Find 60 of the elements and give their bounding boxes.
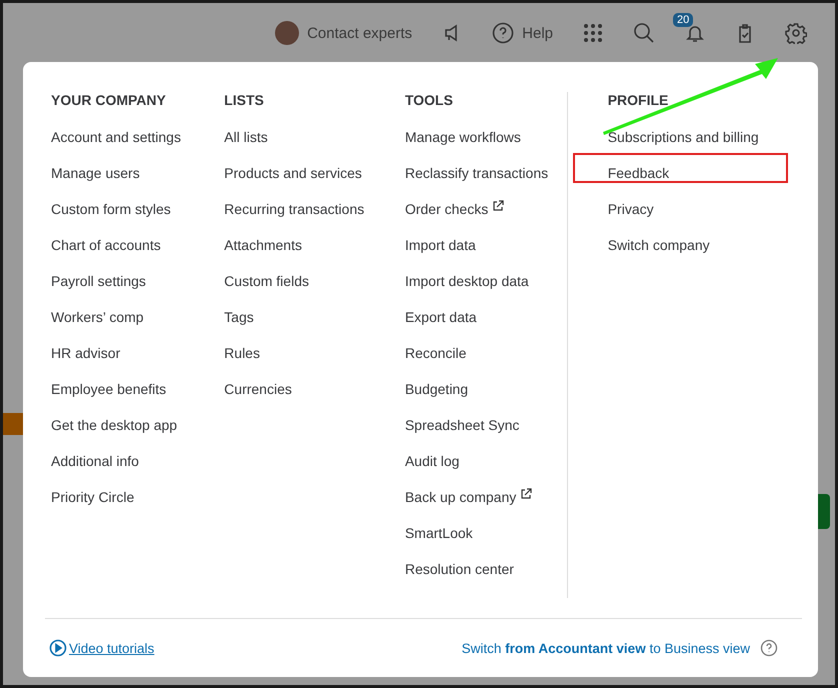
menu-link[interactable]: Resolution center bbox=[404, 560, 567, 596]
menu-link[interactable]: Get the desktop app bbox=[51, 416, 224, 452]
menu-link[interactable]: All lists bbox=[224, 128, 405, 164]
search-button[interactable] bbox=[633, 22, 655, 44]
help-label[interactable]: Help bbox=[522, 24, 553, 42]
menu-link[interactable]: Additional info bbox=[51, 452, 224, 488]
menu-link[interactable]: Order checks bbox=[404, 200, 567, 236]
apps-grid-button[interactable] bbox=[583, 23, 603, 43]
contact-experts-label[interactable]: Contact experts bbox=[307, 24, 412, 42]
menu-link[interactable]: Reclassify transactions bbox=[404, 164, 567, 200]
menu-link[interactable]: Budgeting bbox=[404, 380, 567, 416]
menu-link[interactable]: Custom fields bbox=[224, 272, 405, 308]
menu-link[interactable]: Recurring transactions bbox=[224, 200, 405, 236]
notifications-button[interactable] bbox=[685, 23, 705, 43]
menu-link[interactable]: Back up company bbox=[404, 488, 567, 524]
menu-link[interactable]: Payroll settings bbox=[51, 272, 224, 308]
help-icon bbox=[492, 22, 514, 44]
switch-view-link[interactable]: Switch from Accountant view to Business view bbox=[462, 640, 750, 656]
settings-button[interactable] bbox=[785, 22, 807, 44]
menu-link[interactable]: Account and settings bbox=[51, 128, 224, 164]
menu-link[interactable]: HR advisor bbox=[51, 344, 224, 380]
menu-link[interactable]: Subscriptions and billing bbox=[608, 128, 798, 164]
section-heading: TOOLS bbox=[404, 92, 454, 110]
menu-link[interactable]: Audit log bbox=[404, 452, 567, 488]
external-link-icon bbox=[520, 488, 532, 500]
section-heading: YOUR COMPANY bbox=[51, 92, 167, 110]
menu-link[interactable]: Priority Circle bbox=[51, 488, 224, 524]
menu-link[interactable]: Import desktop data bbox=[404, 272, 567, 308]
menu-link[interactable]: Employee benefits bbox=[51, 380, 224, 416]
action-button-edge bbox=[818, 494, 830, 529]
menu-link[interactable]: Rules bbox=[224, 344, 405, 380]
external-link-icon bbox=[492, 200, 504, 212]
menu-link[interactable]: Workers’ comp bbox=[51, 308, 224, 344]
menu-link[interactable]: Switch company bbox=[608, 236, 798, 272]
menu-link[interactable]: Reconcile bbox=[404, 344, 567, 380]
search-icon bbox=[633, 22, 655, 44]
settings-icon bbox=[785, 22, 807, 44]
menu-link[interactable]: Privacy bbox=[608, 200, 798, 236]
menu-link[interactable]: Currencies bbox=[224, 380, 405, 416]
menu-link[interactable]: Products and services bbox=[224, 164, 405, 200]
menu-link[interactable]: Spreadsheet Sync bbox=[404, 416, 567, 452]
avatar bbox=[275, 21, 300, 45]
play-circle-icon bbox=[49, 639, 67, 658]
video-tutorials-link[interactable]: Video tutorials bbox=[49, 639, 154, 658]
menu-link[interactable]: SmartLook bbox=[404, 524, 567, 560]
menu-link[interactable]: Export data bbox=[404, 308, 567, 344]
section-heading: LISTS bbox=[224, 92, 265, 110]
menu-link[interactable]: Manage workflows bbox=[404, 128, 567, 164]
notification-badge: 20 bbox=[673, 13, 694, 27]
menu-link[interactable]: Attachments bbox=[224, 236, 405, 272]
menu-link[interactable]: Tags bbox=[224, 308, 405, 344]
menu-link[interactable]: Import data bbox=[404, 236, 567, 272]
section-heading: PROFILE bbox=[608, 92, 670, 110]
menu-link[interactable]: Manage users bbox=[51, 164, 224, 200]
bell-icon bbox=[685, 23, 705, 43]
menu-link[interactable]: Custom form styles bbox=[51, 200, 224, 236]
menu-link[interactable]: Feedback bbox=[608, 164, 798, 200]
help-icon bbox=[760, 639, 778, 658]
menu-link[interactable]: Chart of accounts bbox=[51, 236, 224, 272]
apps-grid-icon bbox=[583, 23, 603, 43]
